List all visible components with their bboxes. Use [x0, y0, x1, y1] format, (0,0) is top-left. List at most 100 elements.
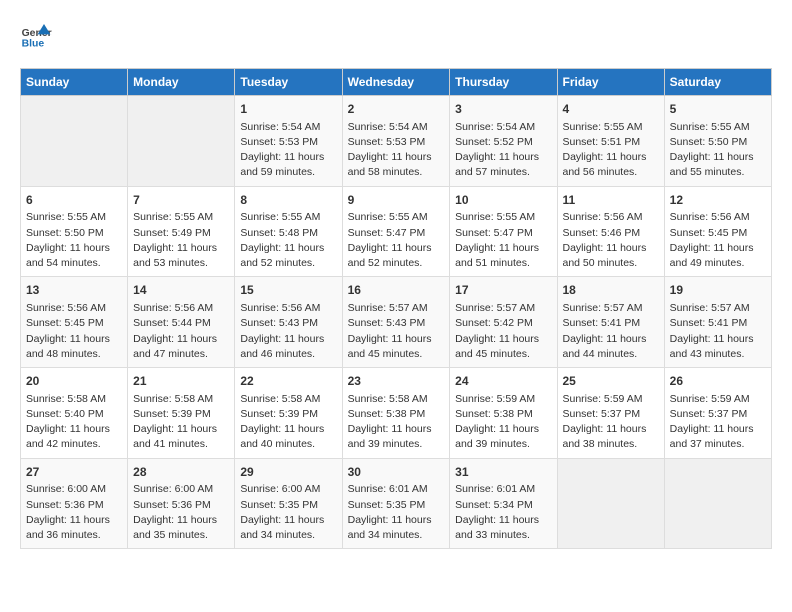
- day-number: 28: [133, 464, 229, 481]
- day-number: 30: [348, 464, 445, 481]
- day-cell: 23 Sunrise: 5:58 AM Sunset: 5:38 PM Dayli…: [342, 368, 450, 459]
- day-number: 18: [563, 282, 659, 299]
- day-number: 27: [26, 464, 122, 481]
- header-sunday: Sunday: [21, 69, 128, 96]
- day-cell: 9Sunrise: 5:55 AM Sunset: 5:47 PM Daylig…: [342, 186, 450, 277]
- day-number: 26: [670, 373, 766, 390]
- day-info: Sunrise: 5:54 AM Sunset: 5:53 PM Dayligh…: [240, 120, 336, 181]
- calendar-header-row: SundayMondayTuesdayWednesdayThursdayFrid…: [21, 69, 772, 96]
- day-info: Sunrise: 5:58 AM Sunset: 5:40 PM Dayligh…: [26, 392, 122, 453]
- week-row-1: 1 Sunrise: 5:54 AM Sunset: 5:53 PM Daylig…: [21, 96, 772, 187]
- day-info: Sunrise: 6:01 AM Sunset: 5:35 PM Dayligh…: [348, 482, 445, 543]
- day-cell: 18 Sunrise: 5:57 AM Sunset: 5:41 PM Dayli…: [557, 277, 664, 368]
- header-thursday: Thursday: [450, 69, 557, 96]
- day-cell: 28Sunrise: 6:00 AM Sunset: 5:36 PM Dayli…: [128, 458, 235, 549]
- day-number: 15: [240, 282, 336, 299]
- day-info: Sunrise: 5:55 AM Sunset: 5:51 PM Dayligh…: [563, 120, 659, 181]
- day-number: 24: [455, 373, 551, 390]
- day-cell: 16 Sunrise: 5:57 AM Sunset: 5:43 PM Dayli…: [342, 277, 450, 368]
- day-number: 12: [670, 192, 766, 209]
- header-tuesday: Tuesday: [235, 69, 342, 96]
- day-cell: 25Sunrise: 5:59 AM Sunset: 5:37 PM Dayli…: [557, 368, 664, 459]
- day-info: Sunrise: 5:58 AM Sunset: 5:38 PM Dayligh…: [348, 392, 445, 453]
- logo: General Blue: [20, 20, 52, 52]
- day-cell: 26 Sunrise: 5:59 AM Sunset: 5:37 PM Dayli…: [664, 368, 771, 459]
- day-cell: [664, 458, 771, 549]
- day-number: 21: [133, 373, 229, 390]
- day-cell: 30Sunrise: 6:01 AM Sunset: 5:35 PM Dayli…: [342, 458, 450, 549]
- day-cell: 13Sunrise: 5:56 AM Sunset: 5:45 PM Dayli…: [21, 277, 128, 368]
- day-cell: 10Sunrise: 5:55 AM Sunset: 5:47 PM Dayli…: [450, 186, 557, 277]
- day-info: Sunrise: 5:56 AM Sunset: 5:45 PM Dayligh…: [670, 210, 766, 271]
- day-cell: 21 Sunrise: 5:58 AM Sunset: 5:39 PM Dayli…: [128, 368, 235, 459]
- day-number: 16: [348, 282, 445, 299]
- day-cell: 14 Sunrise: 5:56 AM Sunset: 5:44 PM Dayli…: [128, 277, 235, 368]
- day-cell: 20 Sunrise: 5:58 AM Sunset: 5:40 PM Dayli…: [21, 368, 128, 459]
- header-wednesday: Wednesday: [342, 69, 450, 96]
- day-info: Sunrise: 5:59 AM Sunset: 5:37 PM Dayligh…: [670, 392, 766, 453]
- header-saturday: Saturday: [664, 69, 771, 96]
- day-info: Sunrise: 5:56 AM Sunset: 5:43 PM Dayligh…: [240, 301, 336, 362]
- day-number: 23: [348, 373, 445, 390]
- day-cell: [128, 96, 235, 187]
- day-info: Sunrise: 5:58 AM Sunset: 5:39 PM Dayligh…: [133, 392, 229, 453]
- day-cell: [21, 96, 128, 187]
- day-info: Sunrise: 5:55 AM Sunset: 5:47 PM Dayligh…: [455, 210, 551, 271]
- day-info: Sunrise: 6:00 AM Sunset: 5:36 PM Dayligh…: [26, 482, 122, 543]
- day-cell: 3 Sunrise: 5:54 AM Sunset: 5:52 PM Daylig…: [450, 96, 557, 187]
- day-info: Sunrise: 6:01 AM Sunset: 5:34 PM Dayligh…: [455, 482, 551, 543]
- calendar-table: SundayMondayTuesdayWednesdayThursdayFrid…: [20, 68, 772, 549]
- day-info: Sunrise: 5:55 AM Sunset: 5:49 PM Dayligh…: [133, 210, 229, 271]
- day-info: Sunrise: 5:54 AM Sunset: 5:52 PM Dayligh…: [455, 120, 551, 181]
- day-number: 6: [26, 192, 122, 209]
- day-info: Sunrise: 5:55 AM Sunset: 5:50 PM Dayligh…: [670, 120, 766, 181]
- day-number: 11: [563, 192, 659, 209]
- header-friday: Friday: [557, 69, 664, 96]
- day-info: Sunrise: 5:55 AM Sunset: 5:48 PM Dayligh…: [240, 210, 336, 271]
- day-number: 1: [240, 101, 336, 118]
- day-info: Sunrise: 6:00 AM Sunset: 5:35 PM Dayligh…: [240, 482, 336, 543]
- day-info: Sunrise: 5:56 AM Sunset: 5:46 PM Dayligh…: [563, 210, 659, 271]
- day-number: 25: [563, 373, 659, 390]
- day-info: Sunrise: 6:00 AM Sunset: 5:36 PM Dayligh…: [133, 482, 229, 543]
- day-cell: 11Sunrise: 5:56 AM Sunset: 5:46 PM Dayli…: [557, 186, 664, 277]
- day-number: 3: [455, 101, 551, 118]
- day-info: Sunrise: 5:57 AM Sunset: 5:42 PM Dayligh…: [455, 301, 551, 362]
- week-row-3: 13Sunrise: 5:56 AM Sunset: 5:45 PM Dayli…: [21, 277, 772, 368]
- day-number: 22: [240, 373, 336, 390]
- day-number: 29: [240, 464, 336, 481]
- day-cell: 6Sunrise: 5:55 AM Sunset: 5:50 PM Daylig…: [21, 186, 128, 277]
- day-info: Sunrise: 5:59 AM Sunset: 5:38 PM Dayligh…: [455, 392, 551, 453]
- day-number: 10: [455, 192, 551, 209]
- header-monday: Monday: [128, 69, 235, 96]
- day-number: 7: [133, 192, 229, 209]
- day-cell: 24 Sunrise: 5:59 AM Sunset: 5:38 PM Dayli…: [450, 368, 557, 459]
- week-row-4: 20 Sunrise: 5:58 AM Sunset: 5:40 PM Dayli…: [21, 368, 772, 459]
- day-cell: 27Sunrise: 6:00 AM Sunset: 5:36 PM Dayli…: [21, 458, 128, 549]
- day-info: Sunrise: 5:57 AM Sunset: 5:41 PM Dayligh…: [563, 301, 659, 362]
- day-cell: 4 Sunrise: 5:55 AM Sunset: 5:51 PM Daylig…: [557, 96, 664, 187]
- day-cell: 29Sunrise: 6:00 AM Sunset: 5:35 PM Dayli…: [235, 458, 342, 549]
- day-cell: [557, 458, 664, 549]
- day-info: Sunrise: 5:56 AM Sunset: 5:45 PM Dayligh…: [26, 301, 122, 362]
- day-cell: 31Sunrise: 6:01 AM Sunset: 5:34 PM Dayli…: [450, 458, 557, 549]
- day-number: 8: [240, 192, 336, 209]
- day-cell: 5Sunrise: 5:55 AM Sunset: 5:50 PM Daylig…: [664, 96, 771, 187]
- logo-icon: General Blue: [20, 20, 52, 52]
- day-number: 4: [563, 101, 659, 118]
- day-cell: 17 Sunrise: 5:57 AM Sunset: 5:42 PM Dayli…: [450, 277, 557, 368]
- day-cell: 1 Sunrise: 5:54 AM Sunset: 5:53 PM Daylig…: [235, 96, 342, 187]
- day-number: 19: [670, 282, 766, 299]
- day-info: Sunrise: 5:54 AM Sunset: 5:53 PM Dayligh…: [348, 120, 445, 181]
- day-cell: 12Sunrise: 5:56 AM Sunset: 5:45 PM Dayli…: [664, 186, 771, 277]
- day-cell: 8Sunrise: 5:55 AM Sunset: 5:48 PM Daylig…: [235, 186, 342, 277]
- day-number: 20: [26, 373, 122, 390]
- svg-text:Blue: Blue: [22, 38, 45, 49]
- day-number: 9: [348, 192, 445, 209]
- day-info: Sunrise: 5:55 AM Sunset: 5:47 PM Dayligh…: [348, 210, 445, 271]
- day-number: 14: [133, 282, 229, 299]
- day-info: Sunrise: 5:56 AM Sunset: 5:44 PM Dayligh…: [133, 301, 229, 362]
- day-info: Sunrise: 5:57 AM Sunset: 5:43 PM Dayligh…: [348, 301, 445, 362]
- day-cell: 22Sunrise: 5:58 AM Sunset: 5:39 PM Dayli…: [235, 368, 342, 459]
- day-number: 17: [455, 282, 551, 299]
